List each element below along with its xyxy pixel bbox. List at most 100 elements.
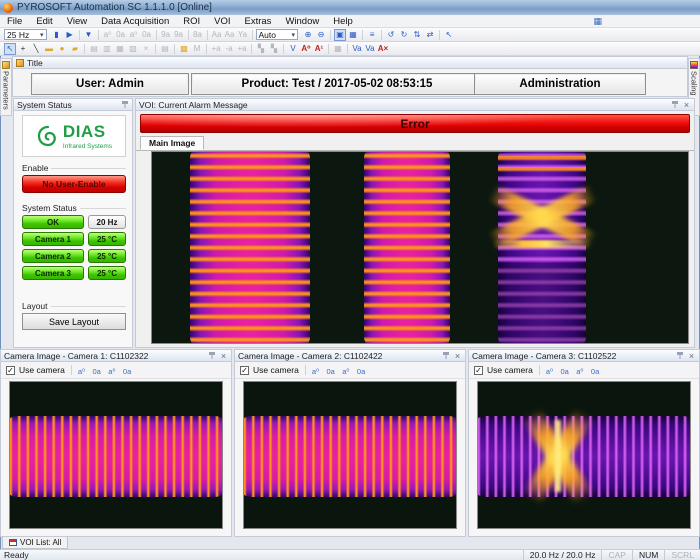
toolbar-icon[interactable]: +a xyxy=(210,43,222,55)
toolbar-icon[interactable]: A¹ xyxy=(313,43,325,55)
camera-adjust-icon[interactable]: a⁰ xyxy=(342,367,349,376)
toolbar-icon[interactable]: ▮ xyxy=(51,29,63,41)
product-button[interactable]: Product: Test / 2017-05-02 08:53:15 xyxy=(191,73,483,95)
toolbar-icon[interactable]: ▣ xyxy=(334,29,346,41)
menu-item[interactable]: Edit xyxy=(29,16,59,27)
toolbar-icon[interactable]: 9a xyxy=(173,29,185,41)
pin-icon[interactable] xyxy=(208,351,216,360)
toolbar-icon[interactable]: ▶ xyxy=(64,29,76,41)
camera-adjust-icon[interactable]: a⁰ xyxy=(576,367,583,376)
camera-thermal-image[interactable] xyxy=(243,381,457,529)
toolbar-icon[interactable]: 0a xyxy=(115,29,127,41)
menu-item[interactable]: View xyxy=(60,16,94,27)
toolbar-icon[interactable]: ╲ xyxy=(30,43,42,55)
use-camera-checkbox[interactable]: ✓ xyxy=(240,366,249,375)
camera-adjust-icon[interactable]: 0a xyxy=(326,367,334,376)
save-layout-button[interactable]: Save Layout xyxy=(22,313,126,330)
pin-icon[interactable] xyxy=(442,351,450,360)
toolbar-icon[interactable]: ▚ xyxy=(255,43,267,55)
menu-item[interactable]: File xyxy=(0,16,29,27)
user-button[interactable]: User: Admin xyxy=(31,73,189,95)
system-status-header[interactable]: System Status xyxy=(14,99,132,111)
toolbar-icon[interactable]: ↻ xyxy=(398,29,410,41)
close-icon[interactable]: × xyxy=(682,100,691,110)
camera-thermal-image[interactable] xyxy=(9,381,223,529)
camera-adjust-icon[interactable]: 0a xyxy=(92,367,100,376)
window-grid-icon[interactable]: ▦ xyxy=(593,16,602,27)
status-button[interactable]: OK xyxy=(22,215,84,229)
status-value-button[interactable]: 25 °C xyxy=(88,266,126,280)
status-button[interactable]: Camera 3 xyxy=(22,266,84,280)
pin-icon[interactable] xyxy=(676,351,684,360)
camera-adjust-icon[interactable]: a⁰ xyxy=(78,367,85,376)
voi-list-tab[interactable]: VOI List: All xyxy=(2,537,68,549)
toolbar-icon[interactable]: ● xyxy=(56,43,68,55)
toolbar-icon[interactable]: ▦ xyxy=(347,29,359,41)
toolbar-icon[interactable]: ▩ xyxy=(178,43,190,55)
toolbar-icon[interactable]: ▥ xyxy=(101,43,113,55)
toolbar-icon[interactable]: ▤ xyxy=(159,43,171,55)
toolbar-icon[interactable]: + xyxy=(17,43,29,55)
toolbar-icon[interactable]: Va xyxy=(351,43,363,55)
close-icon[interactable]: × xyxy=(687,351,696,361)
toolbar-icon[interactable]: +a xyxy=(236,43,248,55)
toolbar-icon[interactable]: × xyxy=(140,43,152,55)
close-icon[interactable]: × xyxy=(453,351,462,361)
status-button[interactable]: Camera 1 xyxy=(22,232,84,246)
camera-adjust-icon[interactable]: 0a xyxy=(591,367,599,376)
status-value-button[interactable]: 25 °C xyxy=(88,232,126,246)
menu-item[interactable]: Help xyxy=(326,16,360,27)
toolbar-icon[interactable]: ▤ xyxy=(88,43,100,55)
camera-adjust-icon[interactable]: 0a xyxy=(123,367,131,376)
toolbar-icon[interactable]: 0a xyxy=(141,29,153,41)
camera-adjust-icon[interactable]: a⁰ xyxy=(312,367,319,376)
toolbar-icon[interactable]: ▬ xyxy=(43,43,55,55)
title-panel-header[interactable]: Title xyxy=(13,57,687,69)
toolbar-icon[interactable]: 8a xyxy=(192,29,204,41)
toolbar-icon[interactable]: M xyxy=(191,43,203,55)
camera-adjust-icon[interactable]: 0a xyxy=(357,367,365,376)
alarm-panel-header[interactable]: VOI: Current Alarm Message × xyxy=(136,99,694,111)
menu-item[interactable]: VOI xyxy=(207,16,237,27)
toolbar-icon[interactable]: ⊕ xyxy=(302,29,314,41)
toolbar-icon[interactable]: ⇄ xyxy=(424,29,436,41)
pin-icon[interactable] xyxy=(671,100,679,109)
main-thermal-image[interactable] xyxy=(151,151,689,344)
toolbar-icon[interactable]: A× xyxy=(377,43,389,55)
camera-thermal-image[interactable] xyxy=(477,381,691,529)
toolbar-icon[interactable]: 9a xyxy=(160,29,172,41)
no-user-enable-button[interactable]: No User-Enable xyxy=(22,175,126,193)
menu-item[interactable]: Extras xyxy=(238,16,279,27)
toolbar-icon[interactable]: a⁰ xyxy=(102,29,114,41)
frequency-select[interactable]: 25 Hz xyxy=(4,29,47,40)
window-titlebar[interactable]: PYROSOFT Automation SC 1.1.1.0 [Online] xyxy=(0,0,700,15)
use-camera-checkbox[interactable]: ✓ xyxy=(6,366,15,375)
toolbar-icon[interactable]: a⁰ xyxy=(128,29,140,41)
toolbar-icon[interactable]: ↖ xyxy=(443,29,455,41)
toolbar-icon[interactable]: V xyxy=(287,43,299,55)
status-value-button[interactable]: 20 Hz xyxy=(88,215,126,229)
toolbar-icon[interactable]: Aa xyxy=(224,29,236,41)
camera-adjust-icon[interactable]: 0a xyxy=(560,367,568,376)
pin-icon[interactable] xyxy=(121,100,129,109)
status-button[interactable]: Camera 2 xyxy=(22,249,84,263)
camera-adjust-icon[interactable]: a⁰ xyxy=(108,367,115,376)
toolbar-icon[interactable]: ≡ xyxy=(366,29,378,41)
status-value-button[interactable]: 25 °C xyxy=(88,249,126,263)
toolbar-icon[interactable]: ▼ xyxy=(83,29,95,41)
menu-item[interactable]: ROI xyxy=(176,16,207,27)
toolbar-icon[interactable]: Va xyxy=(364,43,376,55)
toolbar-icon[interactable]: A⁰ xyxy=(300,43,312,55)
administration-button[interactable]: Administration xyxy=(474,73,646,95)
toolbar-icon[interactable]: ⇅ xyxy=(411,29,423,41)
toolbar-icon[interactable]: Aa xyxy=(211,29,223,41)
main-image-tab[interactable]: Main Image xyxy=(140,136,204,150)
parameters-side-tab[interactable]: Parameters xyxy=(0,58,12,116)
menu-item[interactable]: Window xyxy=(278,16,326,27)
toolbar-icon[interactable]: ▧ xyxy=(127,43,139,55)
toolbar-icon[interactable]: ⊖ xyxy=(315,29,327,41)
toolbar-icon[interactable]: ▦ xyxy=(114,43,126,55)
toolbar-icon[interactable]: ▦ xyxy=(332,43,344,55)
toolbar-icon[interactable]: Ya xyxy=(237,29,249,41)
menu-item[interactable]: Data Acquisition xyxy=(94,16,176,27)
